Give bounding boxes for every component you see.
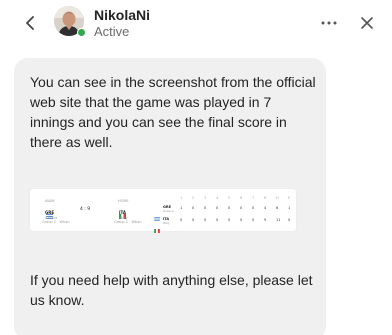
line-score-cell: 1 [288,206,291,210]
line-score-cell: 0 [192,218,195,222]
away-team-group: Group C · Whan [42,220,70,224]
close-button[interactable] [356,12,378,34]
line-score-cell: 0 [252,206,255,210]
away-team-code: GRE [45,210,55,215]
inning-header: 6 [240,196,243,200]
inning-header: R [264,196,267,200]
line-score-cell: 0 [228,218,231,222]
inning-header: 3 [204,196,207,200]
inning-header: 4 [216,196,219,200]
line-score-cell: 0 [252,218,255,222]
line-score-cell: 0 [216,206,219,210]
line-score-cell: 0 [288,218,291,222]
message-paragraph: If you need help with anything else, ple… [30,272,313,308]
inning-header: 1 [180,196,183,200]
line-score-cell: 1 [180,206,183,210]
presence-indicator [77,28,86,37]
presence-status: Active [94,24,130,39]
line-score-cell: 0 [180,218,183,222]
home-team-group: Group C · Whan [114,220,142,224]
line-score-cell: 9 [264,218,267,222]
message-paragraph: You can see in the screenshot from the o… [30,74,316,150]
final-score: 4 : 9 [80,207,91,212]
line-score-cell: 0 [228,206,231,210]
close-icon [361,17,373,29]
italy-flag-icon [154,218,160,237]
line-score-cell: 0 [204,206,207,210]
line-score-cell: 0 [240,206,243,210]
row-team-name: Greece [163,209,174,213]
line-score-cell: 0 [240,218,243,222]
avatar[interactable] [54,6,86,37]
line-score-cell: 11 [276,218,281,222]
more-horizontal-icon [321,21,337,25]
inning-header: E [288,196,291,200]
chat-header: NikolaNi Active [0,0,392,50]
scoreboard-screenshot: AWAY GRE Greece Group C · Whan 4 : 9 HOM… [30,189,296,233]
home-team-code: ITA [119,210,127,215]
inning-header: 5 [228,196,231,200]
line-score-cell: 0 [192,206,195,210]
inning-header: 2 [192,196,195,200]
line-score-cell: 4 [264,206,267,210]
row-team-name: Italy [163,221,170,225]
line-score-cell: 0 [204,218,207,222]
home-label: HOME [118,199,129,203]
inning-header: 7 [252,196,255,200]
line-score-cell: 6 [276,206,279,210]
away-label: AWAY [45,199,55,203]
back-button[interactable] [20,12,40,34]
contact-name[interactable]: NikolaNi [94,7,150,23]
inning-header: H [276,196,279,200]
chevron-left-icon [26,16,34,30]
more-options-button[interactable] [318,12,340,34]
line-score-cell: 0 [216,218,219,222]
